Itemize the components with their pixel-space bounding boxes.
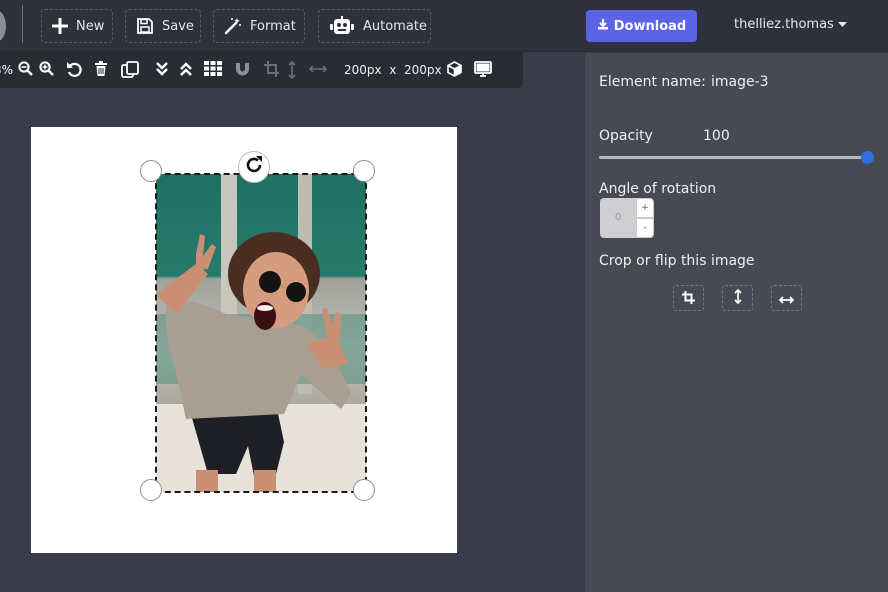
download-label: Download (613, 18, 687, 34)
element-dimensions: 200px x 200px (344, 63, 442, 77)
zoom-in-icon[interactable] (39, 61, 54, 77)
zoom-level: 3% (0, 63, 14, 77)
save-button[interactable]: Save (125, 9, 201, 43)
width-value: 200px (344, 63, 382, 77)
element-name-label: Element name: (599, 74, 706, 90)
toolbar-divider (22, 5, 23, 43)
desktop-icon[interactable] (474, 61, 492, 77)
new-label: New (76, 18, 105, 34)
download-button[interactable]: Download (586, 10, 697, 42)
crop-icon[interactable] (264, 61, 279, 77)
flip-horizontal-button[interactable] (771, 285, 802, 311)
user-menu[interactable]: thelliez.thomas (734, 17, 847, 32)
rotation-increment[interactable]: + (636, 198, 654, 218)
trash-icon[interactable] (94, 61, 108, 77)
opacity-slider-track[interactable] (599, 156, 867, 159)
times-sign: x (389, 63, 397, 77)
format-label: Format (250, 18, 296, 34)
username: thelliez.thomas (734, 17, 834, 32)
selection-box (155, 173, 367, 493)
automate-button[interactable]: Automate (318, 9, 431, 43)
flip-vertical-icon[interactable] (288, 61, 296, 79)
robot-icon (329, 16, 355, 36)
save-label: Save (162, 18, 194, 34)
opacity-value: 100 (703, 128, 730, 144)
rotate-handle[interactable] (238, 151, 270, 183)
layer-up-icon[interactable] (179, 61, 193, 77)
crop-flip-label: Crop or flip this image (599, 253, 755, 269)
magic-wand-icon (224, 17, 242, 35)
flip-vertical-button[interactable] (722, 285, 753, 311)
resize-handle-bottom-left[interactable] (140, 479, 162, 501)
crop-button[interactable] (673, 285, 704, 311)
layer-down-icon[interactable] (155, 61, 169, 77)
rotate-icon (244, 155, 264, 179)
rotation-input[interactable] (600, 198, 636, 238)
automate-label: Automate (363, 18, 427, 34)
new-button[interactable]: New (41, 9, 113, 43)
flip-vertical-icon (733, 288, 742, 308)
undo-icon[interactable] (66, 61, 82, 77)
opacity-label: Opacity (599, 128, 653, 144)
resize-handle-bottom-right[interactable] (353, 479, 375, 501)
resize-handle-top-right[interactable] (353, 160, 375, 182)
element-name-value: image-3 (711, 74, 769, 90)
height-value: 200px (404, 63, 442, 77)
grid-icon[interactable] (204, 61, 222, 76)
duplicate-icon[interactable] (121, 61, 139, 78)
crop-icon (682, 289, 695, 308)
format-button[interactable]: Format (213, 9, 305, 43)
resize-handle-top-left[interactable] (140, 160, 162, 182)
caret-down-icon (837, 17, 847, 32)
download-icon (597, 18, 609, 34)
flip-horizontal-icon[interactable] (309, 65, 327, 73)
flip-horizontal-icon (778, 289, 795, 308)
magnet-icon[interactable] (234, 61, 251, 77)
element-toolbar: 3% 200px x 200px (0, 52, 523, 88)
opacity-slider-thumb[interactable] (860, 151, 874, 164)
app-logo[interactable] (0, 10, 6, 42)
rotation-decrement[interactable]: - (636, 218, 654, 238)
top-bar: New Save Format Automate Download thelli… (0, 0, 888, 52)
zoom-out-icon[interactable] (18, 61, 33, 77)
cube-icon[interactable] (447, 61, 462, 77)
plus-icon (52, 18, 68, 34)
floppy-disk-icon (136, 17, 154, 35)
rotation-label: Angle of rotation (599, 181, 717, 197)
